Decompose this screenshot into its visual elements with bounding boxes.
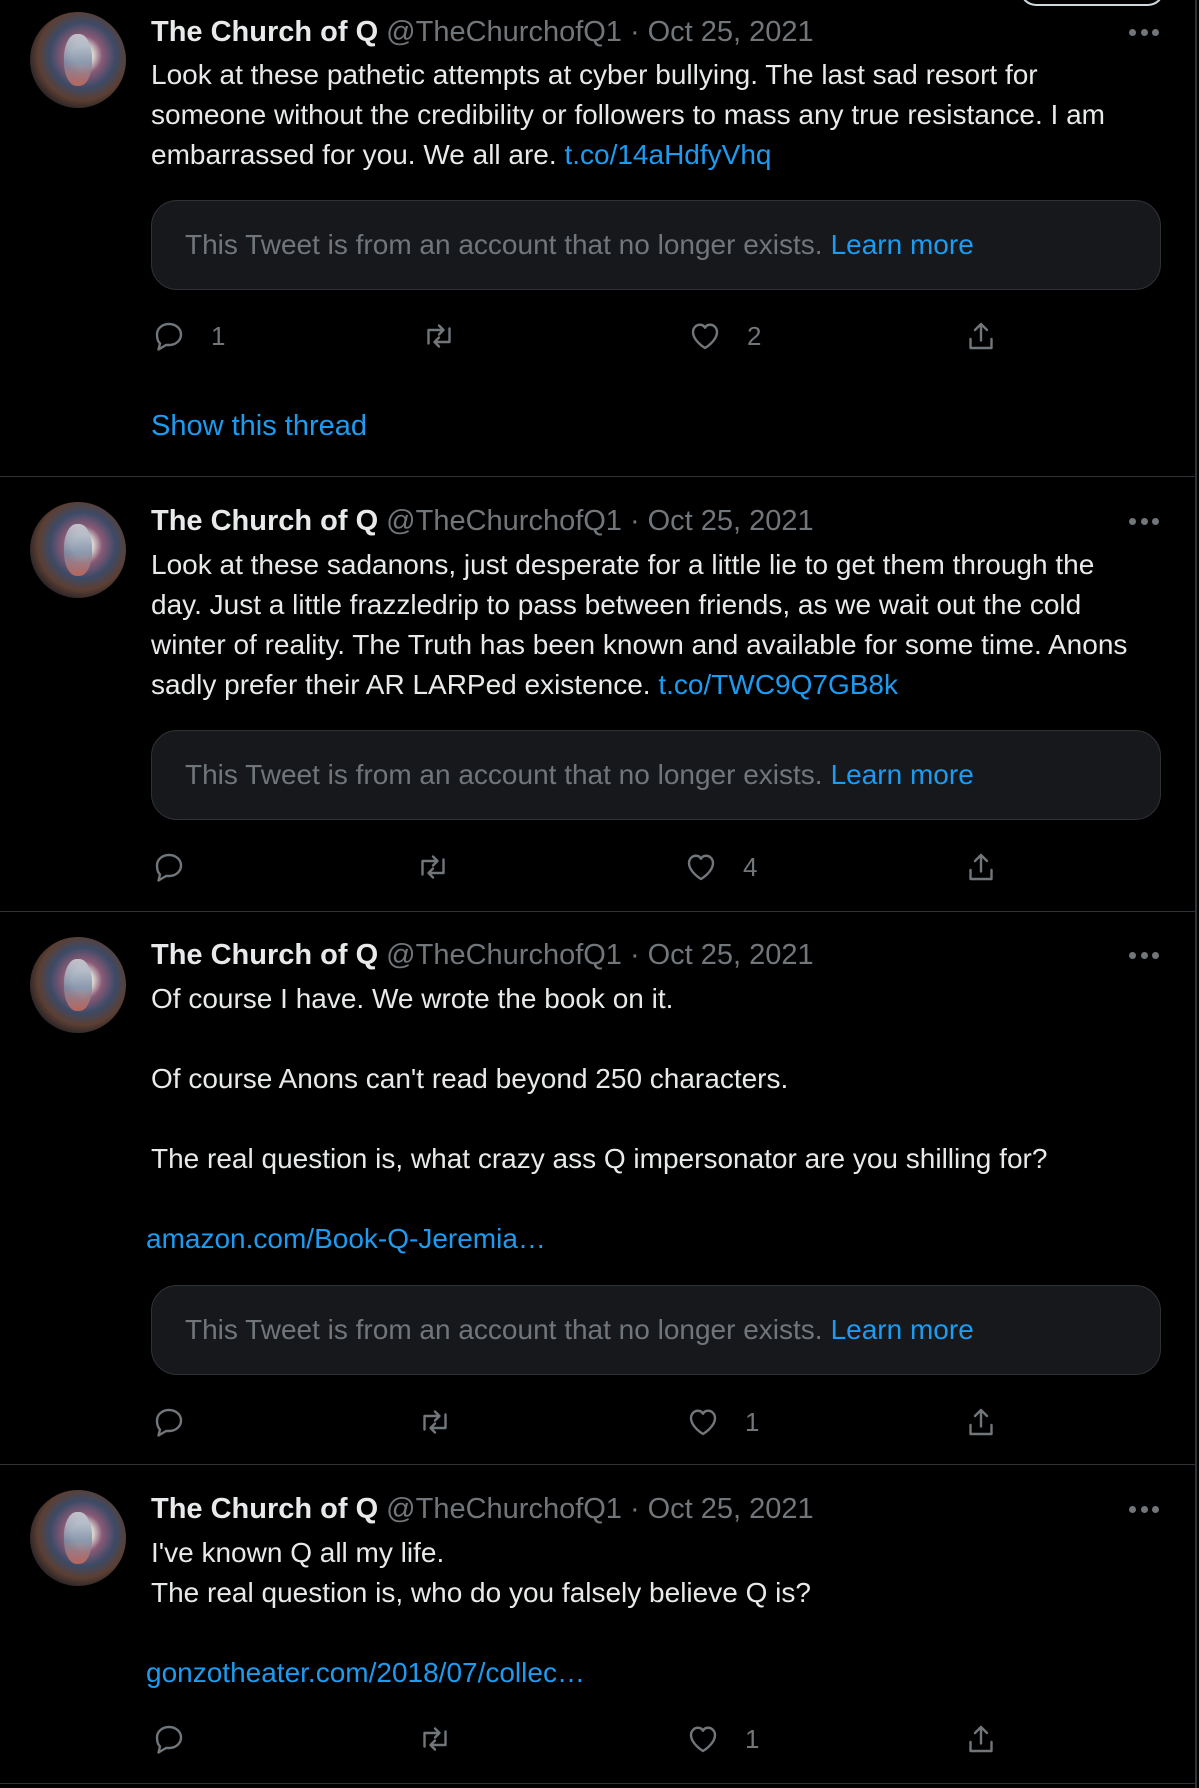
share-icon	[969, 1725, 993, 1753]
share-button[interactable]	[963, 1402, 999, 1442]
tweet-paragraph: The real question is, what crazy ass Q i…	[151, 1143, 1048, 1174]
more-icon[interactable]	[1129, 14, 1159, 50]
avatar[interactable]	[30, 502, 126, 598]
learn-more-link[interactable]: Learn more	[831, 759, 974, 791]
quote-notice: This Tweet is from an account that no lo…	[185, 229, 823, 260]
tweet-date[interactable]: Oct 25, 2021	[648, 1493, 814, 1526]
quoted-tweet-unavailable: This Tweet is from an account that no lo…	[151, 730, 1161, 820]
retweet-button[interactable]	[415, 847, 475, 887]
author-name[interactable]: The Church of Q	[151, 939, 378, 972]
tweet-actions: 1 2	[151, 316, 1011, 356]
tweet-date[interactable]: Oct 25, 2021	[648, 939, 814, 972]
separator-dot: ·	[629, 15, 640, 48]
heart-icon	[687, 854, 715, 881]
tweet-text: I've known Q all my life. The real quest…	[151, 1533, 1151, 1613]
reply-button[interactable]: 1	[151, 316, 225, 356]
reply-icon	[155, 1725, 183, 1754]
tweet-header: The Church of Q @TheChurchofQ1 · Oct 25,…	[151, 937, 814, 973]
share-icon	[969, 322, 993, 350]
like-button[interactable]: 1	[685, 1719, 759, 1759]
tweet-body: Look at these sadanons, just desperate f…	[151, 549, 1128, 700]
retweet-icon	[423, 1410, 447, 1434]
tweet-paragraph: Of course Anons can't read beyond 250 ch…	[151, 1063, 789, 1094]
share-button[interactable]	[963, 847, 999, 887]
tweet[interactable]: The Church of Q @TheChurchofQ1 · Oct 25,…	[0, 0, 1195, 477]
reply-icon	[155, 1408, 183, 1437]
retweet-button[interactable]	[417, 1402, 477, 1442]
more-icon[interactable]	[1129, 937, 1159, 973]
like-count: 4	[743, 851, 758, 882]
learn-more-link[interactable]: Learn more	[831, 229, 974, 261]
retweet-icon	[423, 1727, 447, 1751]
reply-icon	[155, 322, 183, 351]
share-icon	[969, 853, 993, 881]
like-count: 1	[745, 1723, 760, 1754]
tweet-text: Look at these sadanons, just desperate f…	[151, 545, 1151, 705]
heart-icon	[691, 323, 719, 350]
tweet-header: The Church of Q @TheChurchofQ1 · Oct 25,…	[151, 503, 814, 539]
author-handle[interactable]: @TheChurchofQ1	[386, 1493, 622, 1526]
share-button[interactable]	[963, 1719, 999, 1759]
external-link[interactable]: gonzotheater.com/2018/07/collec…	[146, 1653, 585, 1693]
author-name[interactable]: The Church of Q	[151, 16, 378, 49]
reply-icon	[155, 853, 183, 882]
tweet-header: The Church of Q @TheChurchofQ1 · Oct 25,…	[151, 1491, 814, 1527]
like-button[interactable]: 1	[685, 1402, 759, 1442]
separator-dot: ·	[629, 1492, 640, 1525]
author-handle[interactable]: @TheChurchofQ1	[386, 16, 622, 49]
share-icon	[969, 1408, 993, 1436]
reply-button[interactable]	[151, 1402, 211, 1442]
tweet-header: The Church of Q @TheChurchofQ1 · Oct 25,…	[151, 14, 814, 50]
author-handle[interactable]: @TheChurchofQ1	[386, 505, 622, 538]
avatar[interactable]	[30, 12, 126, 108]
tweet[interactable]: The Church of Q @TheChurchofQ1 · Oct 25,…	[0, 1465, 1195, 1784]
tweet-link[interactable]: t.co/14aHdfyVhq	[564, 139, 771, 170]
like-count: 2	[747, 320, 762, 351]
learn-more-link[interactable]: Learn more	[831, 1314, 974, 1346]
avatar[interactable]	[30, 1490, 126, 1586]
like-button[interactable]: 4	[683, 847, 757, 887]
tweet-actions: 1	[151, 1719, 1011, 1759]
retweet-icon	[421, 855, 445, 879]
tweet[interactable]: The Church of Q @TheChurchofQ1 · Oct 25,…	[0, 477, 1195, 912]
quote-notice: This Tweet is from an account that no lo…	[185, 1314, 823, 1345]
heart-icon	[689, 1409, 717, 1436]
share-button[interactable]	[963, 316, 999, 356]
tweet-text: Look at these pathetic attempts at cyber…	[151, 55, 1151, 175]
like-count: 1	[745, 1406, 760, 1437]
tweet-date[interactable]: Oct 25, 2021	[648, 505, 814, 538]
reply-count: 1	[211, 320, 226, 351]
more-icon[interactable]	[1129, 503, 1159, 539]
retweet-button[interactable]	[417, 1719, 477, 1759]
retweet-icon	[427, 324, 451, 348]
separator-dot: ·	[629, 938, 640, 971]
tweet-line: I've known Q all my life.	[151, 1537, 445, 1568]
separator-dot: ·	[629, 504, 640, 537]
tweet-actions: 1	[151, 1402, 1011, 1442]
author-name[interactable]: The Church of Q	[151, 505, 378, 538]
tweet[interactable]: The Church of Q @TheChurchofQ1 · Oct 25,…	[0, 912, 1195, 1465]
reply-button[interactable]	[151, 847, 211, 887]
quoted-tweet-unavailable: This Tweet is from an account that no lo…	[151, 1285, 1161, 1375]
tweet-paragraph: Of course I have. We wrote the book on i…	[151, 983, 674, 1014]
like-button[interactable]: 2	[687, 316, 761, 356]
show-thread-link[interactable]: Show this thread	[151, 410, 367, 443]
author-handle[interactable]: @TheChurchofQ1	[386, 939, 622, 972]
author-name[interactable]: The Church of Q	[151, 1493, 378, 1526]
more-icon[interactable]	[1129, 1491, 1159, 1527]
timeline: The Church of Q @TheChurchofQ1 · Oct 25,…	[0, 0, 1197, 1788]
tweet-link[interactable]: t.co/TWC9Q7GB8k	[658, 669, 898, 700]
reply-button[interactable]	[151, 1719, 211, 1759]
external-link[interactable]: amazon.com/Book-Q-Jeremia…	[146, 1219, 546, 1259]
avatar[interactable]	[30, 937, 126, 1033]
quote-notice: This Tweet is from an account that no lo…	[185, 759, 823, 790]
tweet-actions: 4	[151, 847, 1011, 887]
quoted-tweet-unavailable: This Tweet is from an account that no lo…	[151, 200, 1161, 290]
tweet-text: Of course I have. We wrote the book on i…	[151, 979, 1151, 1179]
tweet-line: The real question is, who do you falsely…	[151, 1577, 811, 1608]
tweet-date[interactable]: Oct 25, 2021	[648, 16, 814, 49]
heart-icon	[689, 1726, 717, 1753]
retweet-button[interactable]	[421, 316, 481, 356]
